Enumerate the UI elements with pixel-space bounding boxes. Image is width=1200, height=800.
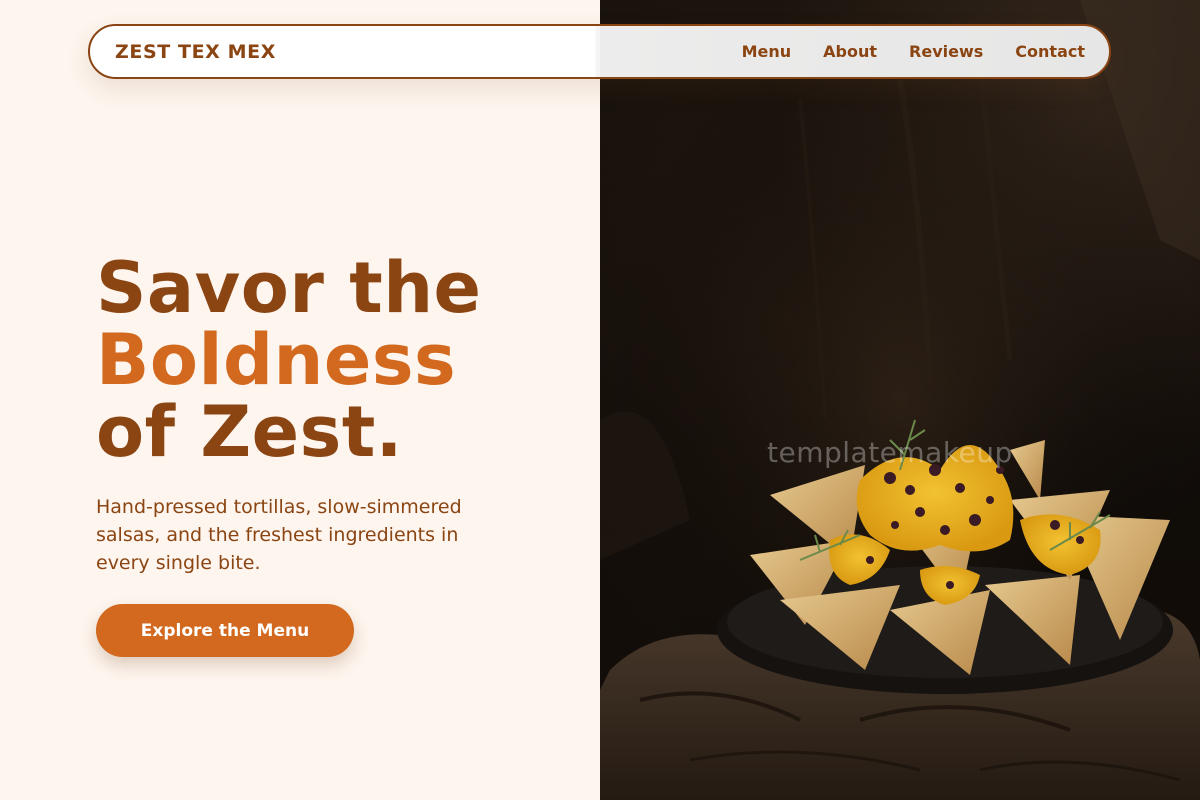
nav-link-menu[interactable]: Menu <box>742 42 792 61</box>
hero-title-accent: Boldness <box>96 319 457 401</box>
nav-link-about[interactable]: About <box>823 42 877 61</box>
nav-link-contact[interactable]: Contact <box>1015 42 1085 61</box>
nav-links: Menu About Reviews Contact <box>742 42 1085 61</box>
brand-logo-text[interactable]: ZEST TEX MEX <box>115 41 276 63</box>
nachos-platter-photo <box>600 0 1200 800</box>
nav-link-reviews[interactable]: Reviews <box>909 42 983 61</box>
hero-title: Savor the Boldness of Zest. <box>96 252 482 468</box>
hero-title-line-3: of Zest. <box>96 391 403 473</box>
hero-subtitle: Hand-pressed tortillas, slow-simmered sa… <box>96 496 462 574</box>
hero-photo <box>600 0 1200 800</box>
explore-menu-button[interactable]: Explore the Menu <box>96 604 354 657</box>
top-navbar: ZEST TEX MEX Menu About Reviews Contact <box>88 24 1111 79</box>
hero-title-line-1: Savor the <box>96 247 482 329</box>
photo-watermark: templatemakeup <box>767 436 1013 469</box>
